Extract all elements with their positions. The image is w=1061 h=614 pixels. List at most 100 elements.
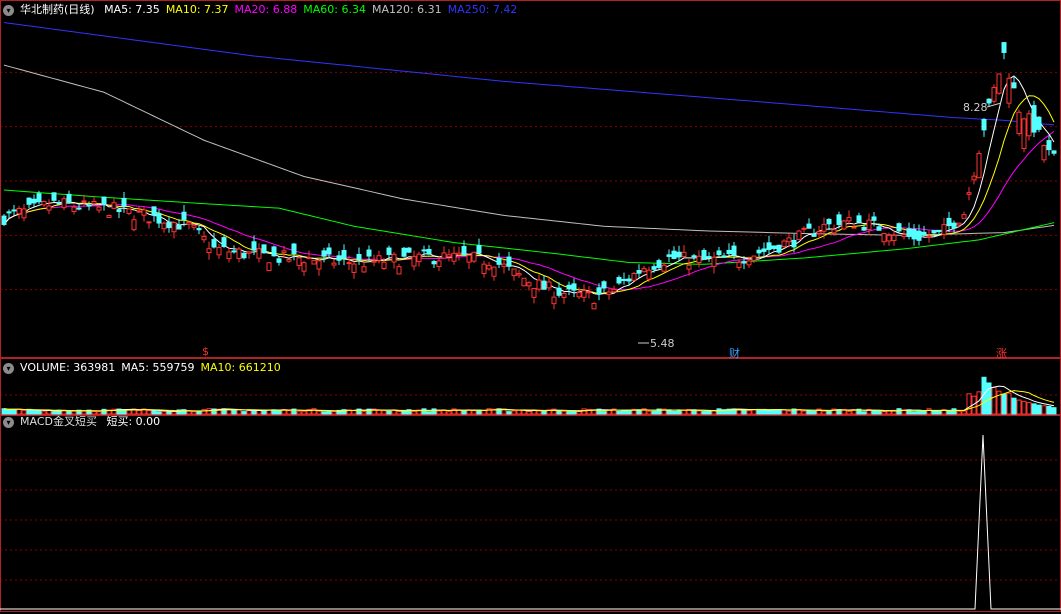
candle-body (31, 198, 37, 204)
volume-bar (571, 410, 577, 415)
volume-bar (806, 410, 812, 415)
candle-body (691, 255, 697, 258)
collapse-icon[interactable]: ▾ (3, 4, 14, 16)
candle-body (391, 253, 397, 263)
candle-body (371, 260, 377, 263)
collapse-icon[interactable]: ▾ (3, 416, 14, 428)
candle-body (1026, 113, 1032, 137)
candle-body (911, 228, 917, 240)
candle-body (521, 277, 527, 287)
candle-body (701, 250, 707, 261)
candle-body (801, 227, 807, 230)
volume-bar (386, 410, 392, 415)
candle-body (656, 260, 662, 268)
candle-body (566, 284, 572, 290)
candle-body (831, 229, 837, 234)
volume-bar (401, 410, 407, 415)
candle-body (341, 249, 347, 259)
candle-body (661, 264, 667, 272)
candle-body (396, 266, 402, 275)
candle-body (206, 248, 212, 254)
candle-body (366, 249, 372, 257)
volume-bar (1031, 403, 1037, 415)
ma250-line (3, 22, 1055, 126)
volume-ma-line (3, 390, 1055, 412)
candle-body (731, 245, 737, 256)
volume-bar (421, 408, 427, 415)
volume-bar (776, 409, 782, 415)
volume-bar (561, 410, 567, 415)
candle-body (56, 202, 62, 205)
candle-body (171, 221, 177, 233)
volume-bar (671, 410, 677, 415)
ma-legend-item: MA5: 7.35 (104, 3, 160, 16)
candle-body (1046, 140, 1052, 151)
candle-body (316, 260, 322, 270)
candle-body (836, 214, 842, 226)
volume-bar (516, 409, 522, 415)
candle-body (581, 290, 587, 298)
volume-bar (326, 410, 332, 415)
candle-body (191, 224, 197, 228)
candle-body (821, 223, 827, 232)
candle-body (891, 234, 897, 241)
candle-body (186, 221, 192, 225)
volume-legend-item: MA5: 559759 (121, 361, 195, 374)
candle-body (936, 229, 942, 233)
ma-legend-item: MA10: 7.37 (165, 3, 229, 16)
candle-body (646, 269, 652, 280)
volume-bar (766, 409, 772, 415)
candle-body (711, 256, 717, 267)
candle-body (551, 296, 557, 305)
volume-bar (411, 411, 417, 415)
candle-body (116, 209, 122, 213)
candle-body (406, 247, 412, 253)
candle-body (126, 208, 132, 214)
candle-body (61, 198, 67, 209)
candle-body (196, 228, 202, 231)
candle-body (651, 266, 657, 270)
candle-body (336, 255, 342, 261)
candle-body (51, 192, 57, 201)
candle-body (916, 230, 922, 241)
candle-body (286, 258, 292, 262)
volume-bar (826, 410, 832, 415)
volume-bar (921, 410, 927, 415)
candle-body (356, 253, 362, 260)
candle-body (746, 260, 752, 266)
volume-bar (431, 408, 437, 415)
volume-bar (331, 411, 337, 415)
volume-bar (936, 410, 942, 415)
volume-bar (436, 410, 442, 415)
candle-body (306, 257, 312, 260)
candle-body (431, 261, 437, 265)
candle-body (216, 247, 222, 256)
candle-body (246, 251, 252, 254)
candle-body (466, 254, 472, 263)
ma20-line (3, 130, 1055, 291)
volume-bar (316, 410, 322, 415)
volume-bar (926, 408, 932, 415)
candle-body (941, 224, 947, 235)
volume-bar (526, 410, 532, 415)
collapse-icon[interactable]: ▾ (3, 362, 14, 374)
candle-body (1, 215, 7, 225)
volume-bar (771, 409, 777, 415)
candle-body (291, 243, 297, 255)
candle-body (511, 268, 517, 277)
candle-body (1006, 77, 1012, 104)
candle-body (1031, 105, 1037, 133)
volume-bar (556, 410, 562, 415)
volume-bar (946, 410, 952, 415)
candle-body (811, 233, 817, 237)
candle-body (331, 262, 337, 266)
volume-bar (821, 410, 827, 415)
candle-body (481, 263, 487, 275)
candle-body (971, 175, 977, 181)
candle-body (816, 231, 822, 235)
indicator-legend: ▾ MACD金叉短买 短买: 0.00 (0, 414, 166, 430)
volume-bar (911, 411, 917, 415)
candle-body (221, 237, 227, 247)
candle-body (386, 247, 392, 255)
candle-body (496, 257, 502, 265)
